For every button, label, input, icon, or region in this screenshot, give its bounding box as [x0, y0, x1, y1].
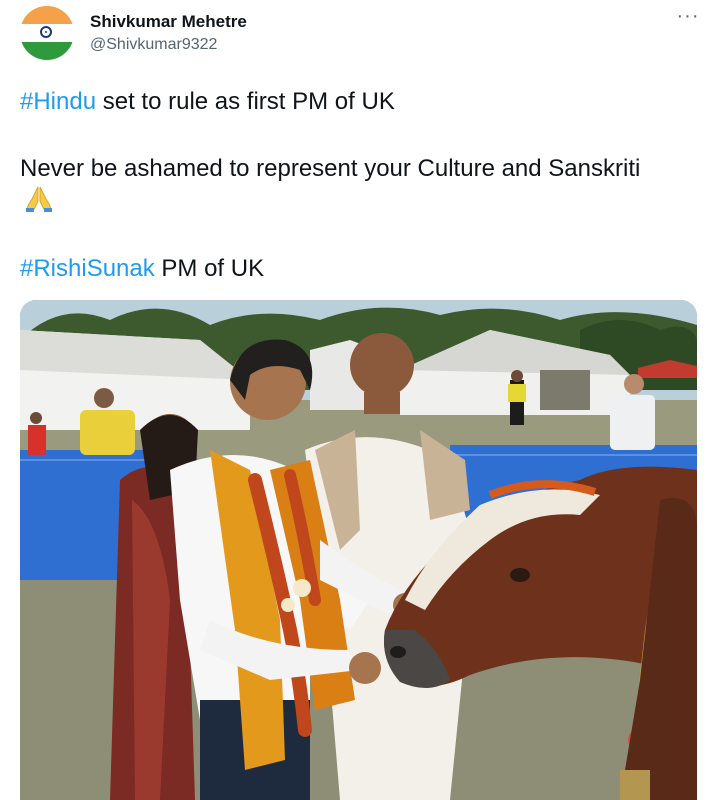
display-name[interactable]: Shivkumar Mehetre	[90, 12, 247, 32]
hashtag-hindu[interactable]: #Hindu	[20, 88, 96, 115]
photo-illustration	[20, 300, 697, 800]
tweet-photo[interactable]	[20, 300, 697, 800]
folded-hands-icon	[24, 185, 54, 222]
more-options-icon[interactable]: ···	[673, 6, 703, 30]
flag-saffron-band	[20, 6, 74, 24]
tweet-line-1: #Hindu set to rule as first PM of UK	[20, 85, 395, 118]
ashoka-chakra-icon	[40, 26, 52, 38]
tweet-line-3-text: PM of UK	[154, 255, 265, 282]
tweet-line-1-text: set to rule as first PM of UK	[96, 88, 395, 115]
hashtag-rishisunak[interactable]: #RishiSunak	[20, 255, 155, 282]
avatar[interactable]	[20, 6, 74, 60]
tweet-line-2-text: Never be ashamed to represent your Cultu…	[20, 155, 641, 182]
tweet-header: Shivkumar Mehetre @Shivkumar9322 ···	[20, 6, 703, 66]
flag-green-band	[20, 42, 74, 60]
tweet-line-2: Never be ashamed to represent your Cultu…	[20, 152, 670, 222]
tweet-line-3: #RishiSunak PM of UK	[20, 252, 264, 285]
user-handle[interactable]: @Shivkumar9322	[90, 36, 217, 54]
